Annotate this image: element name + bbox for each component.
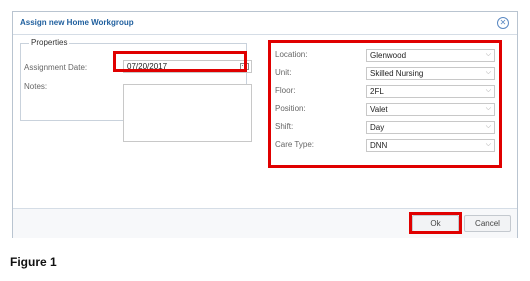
properties-fieldset: Properties Assignment Date: 07/20/2017 N… [20, 38, 252, 142]
shift-value: Day [370, 123, 385, 132]
chevron-down-icon: ⌵ [485, 87, 491, 94]
care-type-select[interactable]: DNN ⌵ [366, 139, 495, 152]
unit-select[interactable]: Skilled Nursing ⌵ [366, 67, 495, 80]
chevron-down-icon: ⌵ [485, 51, 491, 58]
location-label: Location: [275, 50, 308, 59]
chevron-down-icon: ⌵ [485, 69, 491, 76]
dialog-titlebar: Assign new Home Workgroup ✕ [13, 12, 517, 35]
assignment-date-label: Assignment Date: [24, 63, 88, 72]
calendar-icon[interactable] [240, 63, 249, 70]
floor-label: Floor: [275, 86, 296, 95]
floor-value: 2FL [370, 87, 384, 96]
care-type-label: Care Type: [275, 140, 314, 149]
shift-select[interactable]: Day ⌵ [366, 121, 495, 134]
notes-textarea[interactable] [123, 84, 252, 142]
floor-select[interactable]: 2FL ⌵ [366, 85, 495, 98]
cancel-button[interactable]: Cancel [464, 215, 511, 232]
properties-legend: Properties [29, 38, 70, 47]
close-icon[interactable]: ✕ [497, 17, 509, 29]
ok-button[interactable]: Ok [412, 215, 459, 232]
chevron-down-icon: ⌵ [485, 141, 491, 148]
position-label: Position: [275, 104, 306, 113]
notes-label: Notes: [24, 82, 48, 91]
assignment-date-input[interactable]: 07/20/2017 [123, 60, 252, 73]
unit-label: Unit: [275, 68, 292, 77]
position-value: Valet [370, 105, 388, 114]
chevron-down-icon: ⌵ [485, 105, 491, 112]
location-select[interactable]: Glenwood ⌵ [366, 49, 495, 62]
assign-workgroup-dialog: Assign new Home Workgroup ✕ Properties A… [12, 11, 518, 238]
location-value: Glenwood [370, 51, 407, 60]
shift-label: Shift: [275, 122, 294, 131]
unit-value: Skilled Nursing [370, 69, 424, 78]
figure-caption: Figure 1 [10, 255, 57, 269]
dialog-footer: Ok Cancel [13, 208, 517, 238]
chevron-down-icon: ⌵ [485, 123, 491, 130]
position-select[interactable]: Valet ⌵ [366, 103, 495, 116]
care-type-value: DNN [370, 141, 388, 150]
dialog-title: Assign new Home Workgroup [20, 18, 134, 27]
assignment-date-value: 07/20/2017 [127, 62, 168, 71]
